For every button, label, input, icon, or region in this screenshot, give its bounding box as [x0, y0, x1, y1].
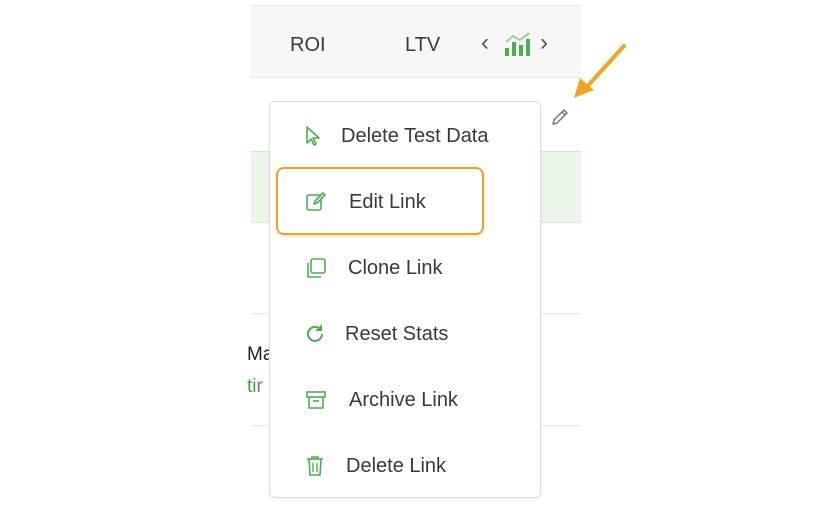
column-header-ltv[interactable]: LTV — [405, 34, 440, 57]
trash-icon — [303, 454, 327, 478]
chevron-right-icon[interactable]: › — [540, 31, 548, 55]
clone-icon — [304, 256, 328, 280]
cursor-icon — [302, 124, 326, 148]
row-link-partial[interactable]: tir — [247, 376, 263, 398]
menu-item-delete-link[interactable]: Delete Link — [303, 446, 446, 486]
column-header-roi[interactable]: ROI — [290, 34, 326, 57]
menu-item-clone-link[interactable]: Clone Link — [304, 248, 443, 288]
menu-item-label: Delete Test Data — [341, 124, 489, 147]
annotation-arrow-icon — [570, 40, 630, 107]
menu-item-reset-stats[interactable]: Reset Stats — [303, 314, 448, 354]
menu-item-label: Delete Link — [346, 454, 447, 477]
bar-chart-icon[interactable] — [503, 30, 533, 63]
table-header: ROI LTV ‹ › — [251, 5, 581, 78]
edit-link-highlight — [276, 167, 484, 235]
menu-item-label: Clone Link — [348, 256, 443, 279]
menu-item-label: Reset Stats — [345, 322, 449, 345]
menu-item-archive-link[interactable]: Archive Link — [304, 380, 458, 420]
context-menu: Delete Test Data Edit Link Clone Link Re… — [269, 101, 541, 498]
archive-icon — [304, 388, 328, 412]
menu-item-label: Archive Link — [349, 388, 458, 411]
pencil-icon[interactable] — [549, 106, 571, 128]
menu-item-delete-test-data[interactable]: Delete Test Data — [302, 116, 489, 156]
refresh-icon — [303, 322, 327, 346]
chevron-left-icon[interactable]: ‹ — [481, 31, 489, 55]
